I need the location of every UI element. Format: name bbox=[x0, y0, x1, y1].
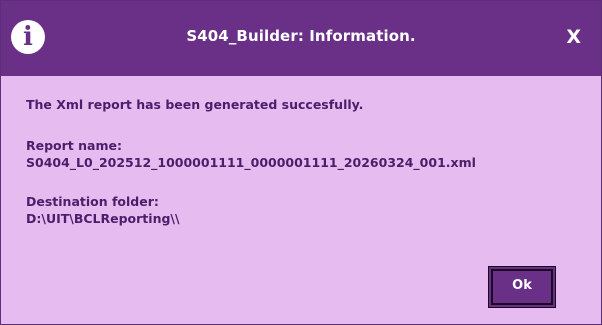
success-message: The Xml report has been generated succes… bbox=[26, 97, 364, 112]
ok-button[interactable]: Ok bbox=[488, 266, 556, 308]
information-dialog: i S404_Builder: Information. X The Xml r… bbox=[0, 0, 602, 325]
report-name-value: S0404_L0_202512_1000001111_0000001111_20… bbox=[26, 155, 476, 170]
title-bar[interactable]: i S404_Builder: Information. X bbox=[1, 1, 601, 76]
close-button[interactable]: X bbox=[566, 26, 581, 48]
report-name-label: Report name: bbox=[26, 138, 122, 153]
destination-folder-value: D:\UIT\BCLReporting\\ bbox=[26, 211, 180, 226]
destination-folder-label: Destination folder: bbox=[26, 194, 159, 209]
dialog-title: S404_Builder: Information. bbox=[186, 27, 416, 45]
